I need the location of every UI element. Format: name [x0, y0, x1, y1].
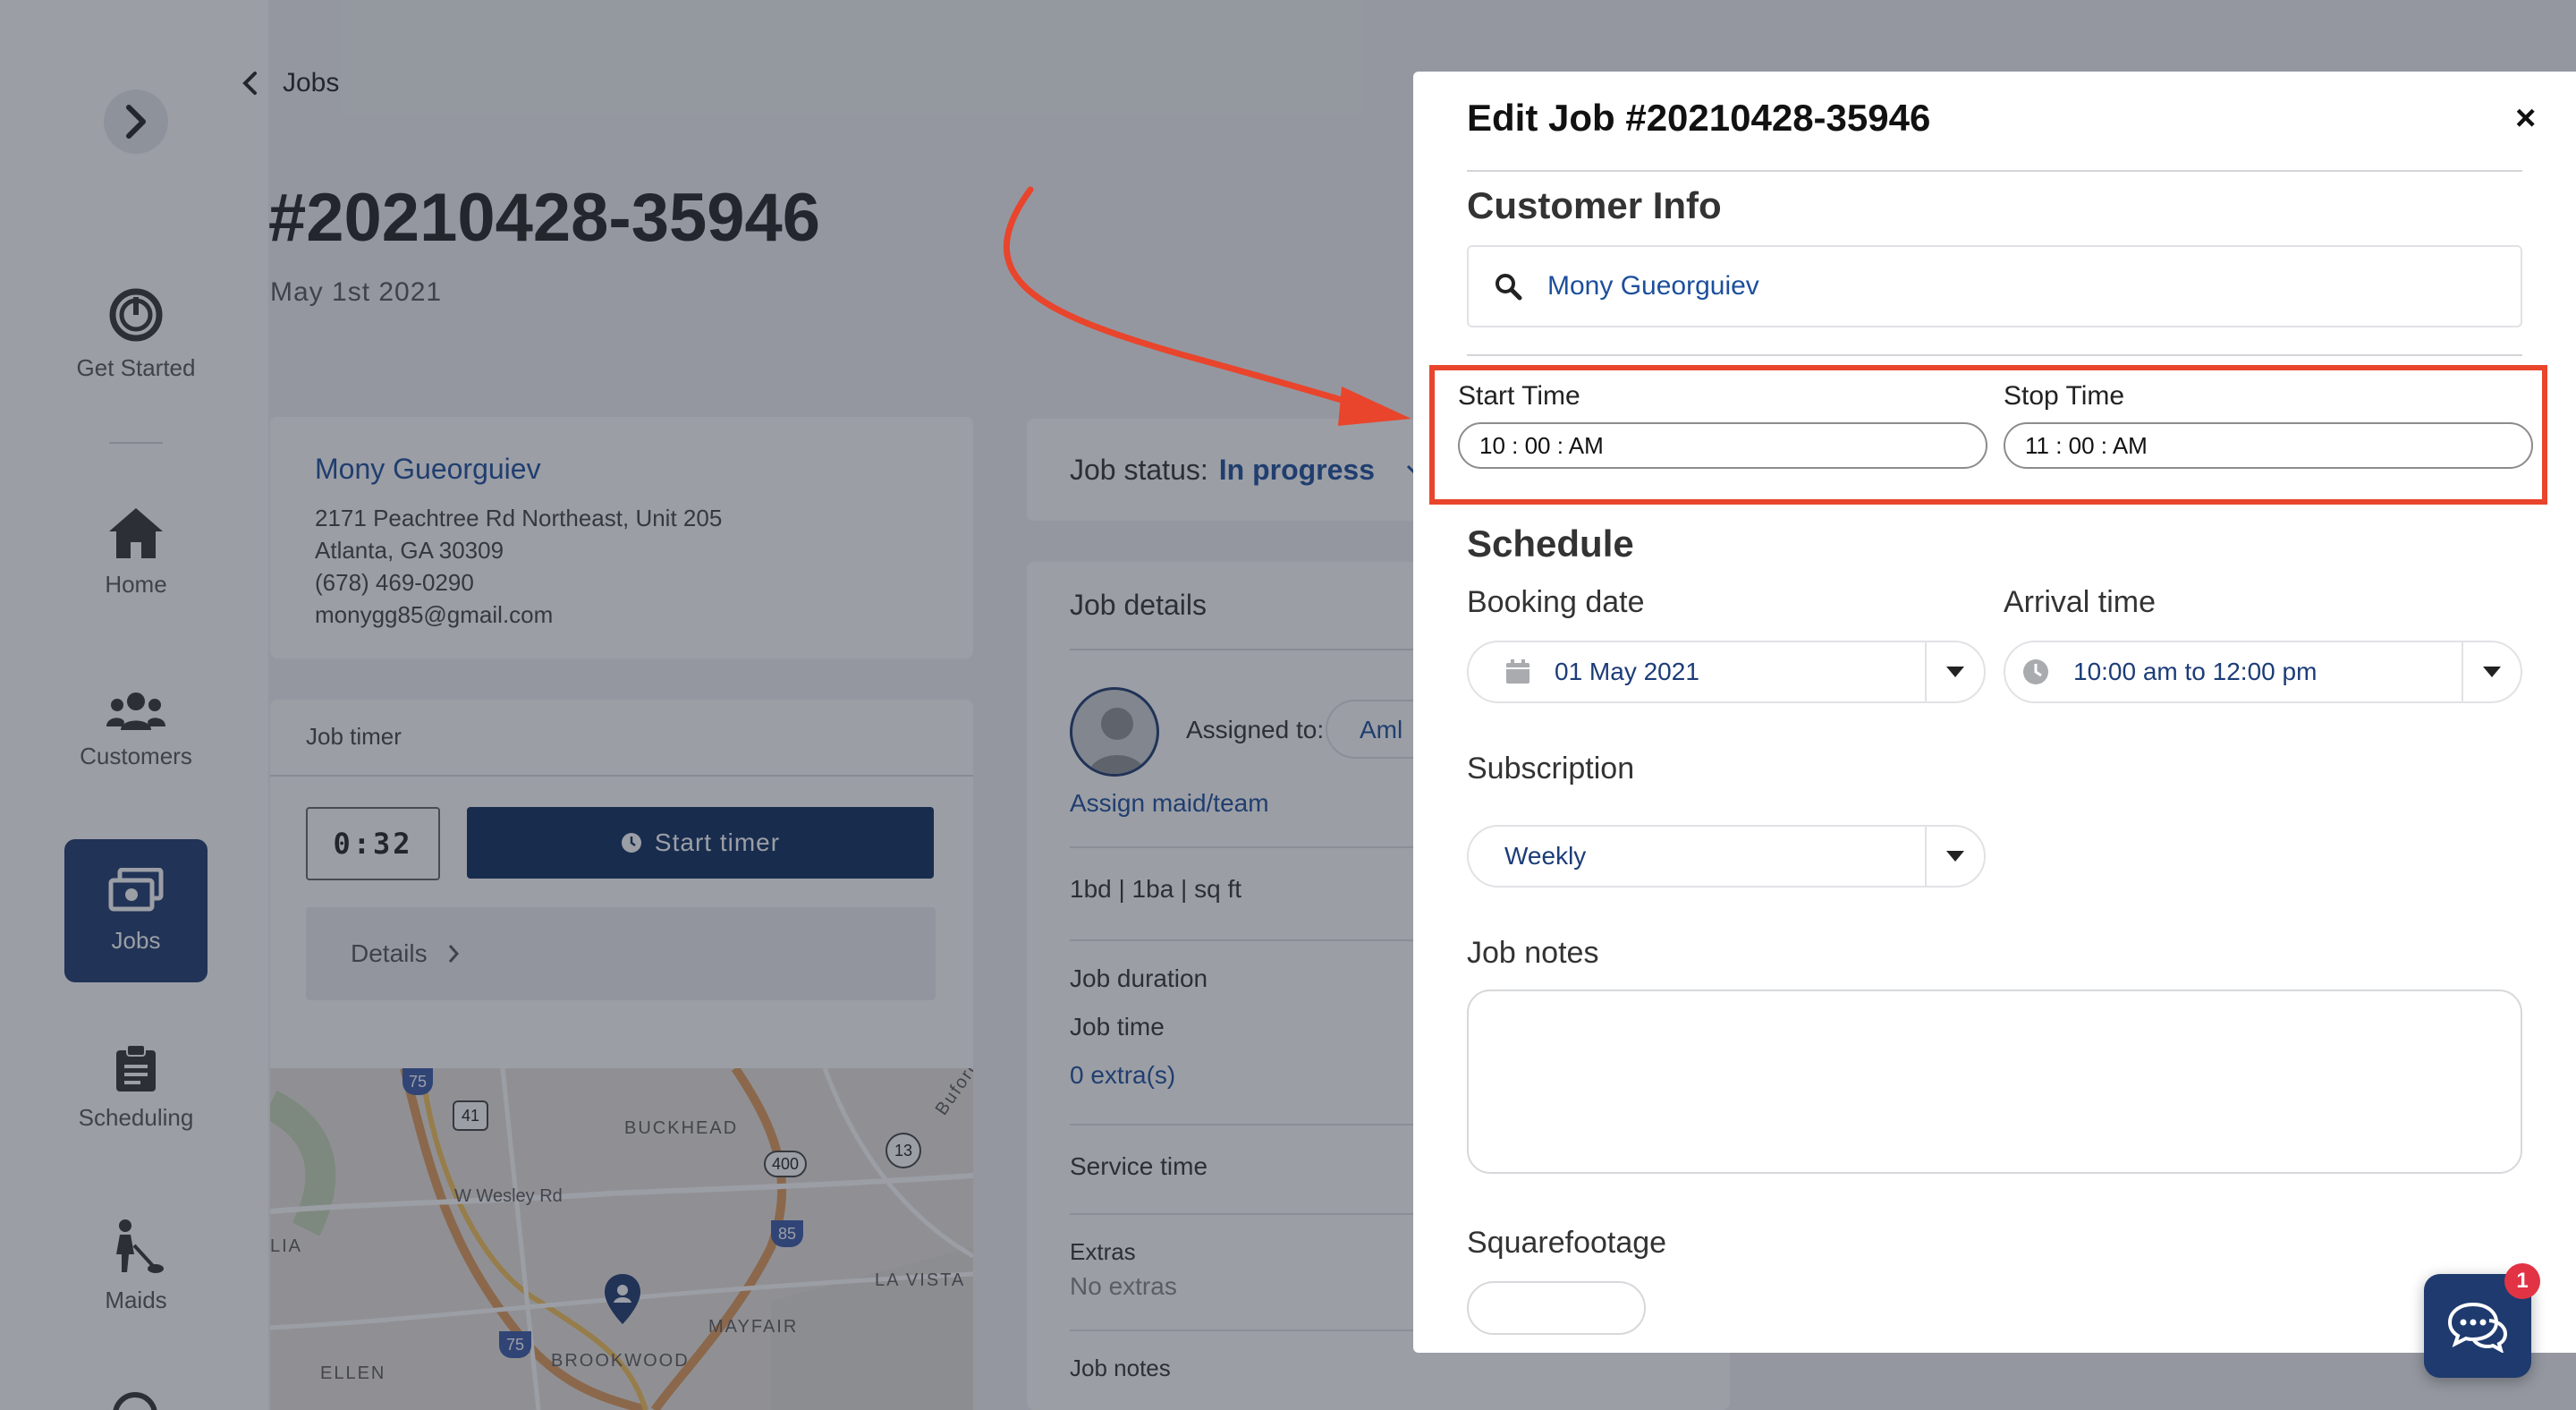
arrow-annotation — [1003, 186, 1411, 426]
customer-search-input[interactable]: Mony Gueorguiev — [1467, 245, 2522, 327]
highlight-annotation — [1429, 365, 2547, 505]
squarefootage-input[interactable] — [1467, 1281, 1646, 1335]
job-notes-label: Job notes — [1467, 936, 1599, 970]
booking-date-select[interactable]: 01 May 2021 — [1467, 641, 1986, 703]
booking-date-label: Booking date — [1467, 585, 1645, 619]
search-icon — [1496, 274, 1522, 301]
arrival-time-value: 10:00 am to 12:00 pm — [2073, 658, 2318, 685]
customer-info-heading: Customer Info — [1467, 184, 1722, 226]
divider — [1467, 170, 2522, 172]
notification-badge: 1 — [2504, 1263, 2540, 1299]
close-icon[interactable]: × — [2515, 100, 2536, 136]
caret-down-icon — [1946, 851, 1964, 862]
arrival-time-select[interactable]: 10:00 am to 12:00 pm — [2004, 641, 2522, 703]
edit-job-modal: Edit Job #20210428-35946 × Customer Info… — [1413, 72, 2576, 1353]
caret-down-icon — [1946, 667, 1964, 677]
subscription-label: Subscription — [1467, 752, 1635, 786]
divider — [1467, 354, 2522, 356]
subscription-value: Weekly — [1504, 842, 1587, 870]
job-notes-textarea[interactable] — [1467, 990, 2522, 1174]
caret-down-icon — [2483, 667, 2501, 677]
booking-date-value: 01 May 2021 — [1555, 658, 1699, 685]
customer-search-value: Mony Gueorguiev — [1547, 271, 1759, 301]
modal-title: Edit Job #20210428-35946 — [1467, 97, 1931, 139]
schedule-heading: Schedule — [1467, 522, 1634, 565]
chat-icon — [2447, 1302, 2508, 1353]
clock-icon — [2023, 659, 2048, 684]
subscription-select[interactable]: Weekly — [1467, 825, 1986, 888]
arrival-time-label: Arrival time — [2004, 585, 2157, 619]
squarefootage-label: Squarefootage — [1467, 1226, 1667, 1260]
calendar-icon — [1506, 659, 1530, 684]
